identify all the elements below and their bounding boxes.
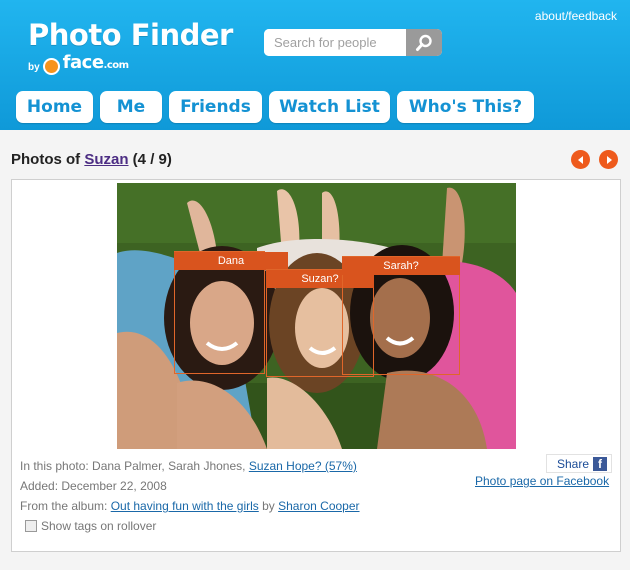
show-tags-checkbox[interactable] [25, 520, 37, 532]
page-title: Photos of Suzan (4 / 9) [11, 151, 172, 168]
nav-whos-this[interactable]: Who's This? [397, 91, 534, 123]
nav-watch-list[interactable]: Watch List [269, 91, 390, 123]
by-label: by [28, 62, 40, 73]
photo-pagination [571, 150, 618, 169]
photo-panel: Dana Suzan? Sarah? In this photo: Dana P… [11, 179, 621, 552]
search-input[interactable] [264, 29, 406, 56]
album-info: From the album: Out having fun with the … [20, 499, 360, 513]
app-logo[interactable]: Photo Finder [28, 18, 233, 52]
share-button[interactable]: Share f [546, 454, 612, 473]
arrow-right-icon [606, 155, 612, 164]
facebook-photo-link[interactable]: Photo page on Facebook [475, 474, 609, 488]
brand-name: face.com [62, 52, 129, 73]
search-button[interactable] [406, 29, 442, 56]
arrow-left-icon [577, 155, 583, 164]
nav-me[interactable]: Me [100, 91, 162, 123]
search-box [264, 29, 442, 56]
face-tag-label-dana[interactable]: Dana [174, 252, 288, 270]
photo-counter: (4 / 9) [128, 151, 172, 168]
face-com-brand[interactable]: by face.com [28, 52, 129, 75]
main-nav: Home Me Friends Watch List Who's This? [16, 91, 534, 123]
person-link[interactable]: Suzan [84, 151, 128, 168]
about-feedback-link[interactable]: about/feedback [535, 9, 617, 23]
show-tags-toggle[interactable]: Show tags on rollover [25, 519, 156, 533]
next-photo-button[interactable] [599, 150, 618, 169]
in-this-photo: In this photo: Dana Palmer, Sarah Jhones… [20, 459, 357, 473]
magnifier-icon [416, 34, 432, 51]
prev-photo-button[interactable] [571, 150, 590, 169]
suggested-person-link[interactable]: Suzan Hope? (57%) [249, 459, 357, 473]
added-date: Added: December 22, 2008 [20, 479, 167, 493]
face-tag-label-sarah[interactable]: Sarah? [342, 257, 460, 275]
header: Photo Finder by face.com about/feedback … [0, 0, 630, 130]
face-logo-icon [42, 58, 60, 75]
facebook-icon: f [593, 456, 607, 471]
photo[interactable]: Dana Suzan? Sarah? [117, 183, 516, 449]
album-link[interactable]: Out having fun with the girls [111, 499, 259, 513]
nav-home[interactable]: Home [16, 91, 93, 123]
nav-friends[interactable]: Friends [169, 91, 262, 123]
album-owner-link[interactable]: Sharon Cooper [278, 499, 359, 513]
